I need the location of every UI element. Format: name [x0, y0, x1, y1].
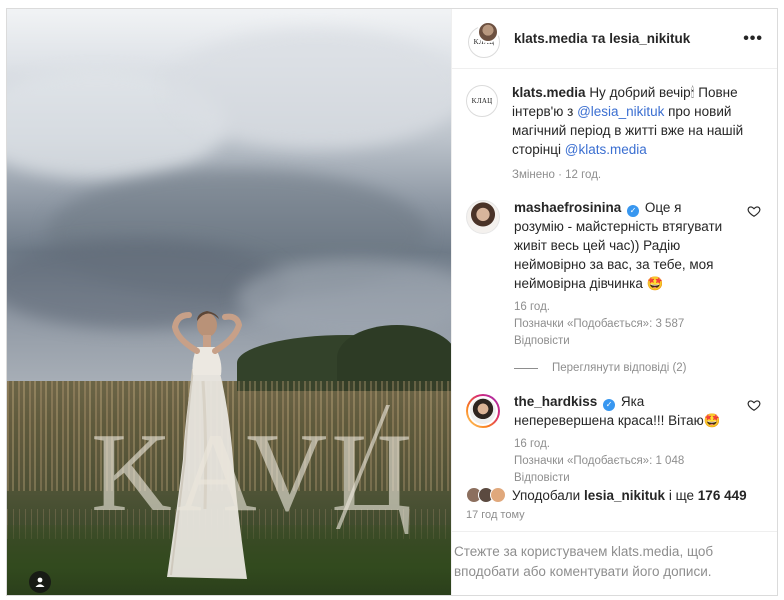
caption-avatar[interactable]: KЛAЦ [466, 85, 498, 117]
caption-username[interactable]: klats.media [512, 85, 586, 100]
post-photo[interactable]: KAVЦ [7, 9, 451, 595]
commenter-username[interactable]: the_hardkiss [514, 394, 597, 409]
likes-prefix: Уподобали [512, 487, 581, 503]
author-avatar[interactable]: KЛAЦ [468, 20, 500, 58]
view-replies-button[interactable]: Переглянути відповіді (2) [514, 362, 761, 374]
like-heart-icon[interactable] [747, 204, 761, 218]
post-caption: KЛAЦ klats.media Ну добрий вечір🕯 Повне … [466, 83, 761, 184]
comment-item: mashaefrosinina ✓ Оце я розумію - майсте… [466, 198, 761, 350]
replies-line [514, 367, 538, 369]
liked-by[interactable]: Уподобали lesia_nikituk і ще 176 449 [466, 487, 761, 503]
login-prompt-line-1: Стежте за користувачем klats.media, щоб [454, 544, 714, 559]
liker-username[interactable]: lesia_nikituk [584, 488, 665, 503]
post-sidebar: KЛAЦ klats.media та lesia_nikituk ••• KЛ… [451, 9, 777, 595]
more-options-button[interactable]: ••• [743, 30, 763, 48]
reply-button[interactable]: Відповісти [514, 333, 735, 350]
mention-lesia[interactable]: @lesia_nikituk [577, 104, 664, 119]
comment-time: 16 год. [514, 301, 550, 313]
author-link[interactable]: klats.media [514, 31, 588, 46]
reply-button[interactable]: Відповісти [514, 470, 735, 487]
avatar-logo-text: KЛAЦ [471, 97, 493, 105]
candle-emoji: 🕯 [690, 85, 695, 100]
caption-meta: Змінено · 12 год. [512, 169, 602, 181]
post-dialog: KAVЦ KЛAЦ klats.media та lesia_nikituk •… [6, 8, 778, 596]
like-heart-icon[interactable] [747, 398, 761, 412]
likes-count[interactable]: 176 449 [698, 488, 747, 503]
post-timestamp[interactable]: 17 год тому [466, 509, 761, 521]
mention-klats[interactable]: @klats.media [565, 142, 647, 157]
liker-avatar [490, 487, 506, 503]
coauthor-link[interactable]: lesia_nikituk [609, 31, 690, 46]
login-prompt-line-2: вподобати або коментувати його дописи. [454, 564, 712, 579]
likes-section: Уподобали lesia_nikituk і ще 176 449 17 … [452, 487, 777, 531]
coauthor-avatar[interactable] [477, 20, 499, 43]
authors-conjunction: та [591, 31, 606, 46]
comments-list[interactable]: KЛAЦ klats.media Ну добрий вечір🕯 Повне … [452, 69, 777, 487]
watermark-logo: KAVЦ [91, 411, 417, 535]
user-tag-icon[interactable] [29, 571, 51, 593]
commenter-username[interactable]: mashaefrosinina [514, 200, 621, 215]
post-header: KЛAЦ klats.media та lesia_nikituk ••• [452, 9, 777, 69]
commenter-avatar[interactable] [466, 200, 500, 234]
comment-time: 16 год. [514, 438, 550, 450]
commenter-avatar[interactable] [466, 394, 500, 428]
caption-text-1: Ну добрий вечір [589, 85, 691, 100]
likes-middle: і ще [668, 487, 695, 503]
view-replies-label: Переглянути відповіді (2) [552, 362, 687, 374]
login-prompt: Стежте за користувачем klats.media, щоб … [452, 531, 777, 595]
verified-badge-icon: ✓ [603, 399, 616, 411]
verified-badge-icon: ✓ [627, 205, 640, 217]
comment-likes[interactable]: Позначки «Подобається»: 3 587 [514, 316, 735, 333]
comment-item: the_hardkiss ✓ Яка неперевершена краса!!… [466, 392, 761, 487]
post-authors: klats.media та lesia_nikituk [514, 31, 743, 46]
comment-likes[interactable]: Позначки «Подобається»: 1 048 [514, 453, 735, 470]
